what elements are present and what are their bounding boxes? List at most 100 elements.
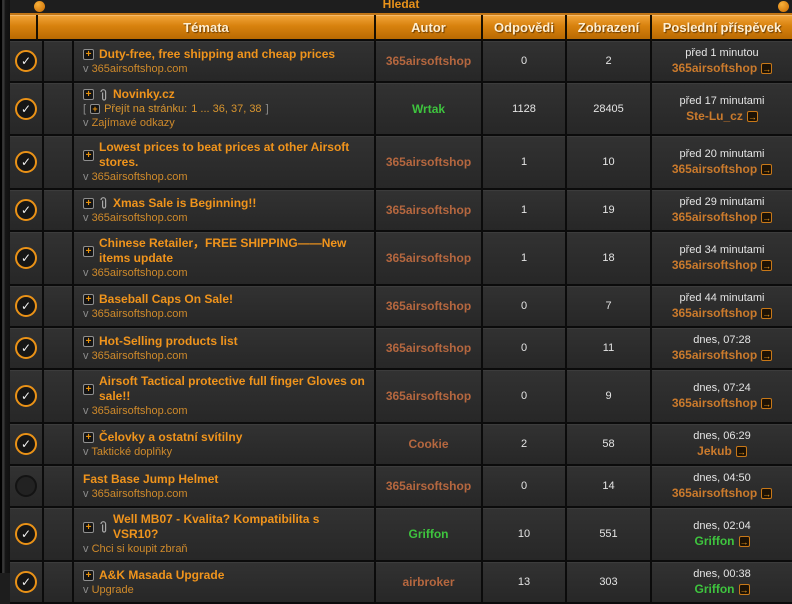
table-row: ✓ + Lowest prices to beat prices at othe…	[10, 136, 792, 190]
topic-title-link[interactable]: Airsoft Tactical protective full finger …	[99, 374, 368, 404]
views-cell: 58	[567, 424, 652, 466]
forum-link[interactable]: 365airsoftshop.com	[92, 308, 188, 320]
author-link[interactable]: 365airsoftshop	[386, 299, 471, 313]
forum-link[interactable]: 365airsoftshop.com	[92, 171, 188, 183]
last-post-author-link[interactable]: 365airsoftshop	[672, 61, 757, 76]
topic-title-link[interactable]: Baseball Caps On Sale!	[99, 292, 233, 307]
last-post-author-link[interactable]: 365airsoftshop	[672, 210, 757, 225]
expand-topic-icon[interactable]: +	[83, 432, 94, 443]
last-post-author-link[interactable]: Griffon	[695, 534, 735, 549]
goto-last-post-icon[interactable]: →	[761, 308, 772, 319]
topic-title-link[interactable]: Čelovky a ostatní svítilny	[99, 430, 242, 445]
last-post-cell: před 29 minutami 365airsoftshop →	[652, 190, 792, 232]
forum-link[interactable]: Zajímavé odkazy	[92, 117, 175, 129]
topic-cell: + Xmas Sale is Beginning!! [ + ] v 365ai…	[74, 190, 376, 232]
topic-status-cell: ✓	[10, 83, 44, 136]
forum-link[interactable]: 365airsoftshop.com	[92, 405, 188, 417]
last-post-author-link[interactable]: 365airsoftshop	[672, 396, 757, 411]
goto-last-post-icon[interactable]: →	[761, 350, 772, 361]
expand-topic-icon[interactable]: +	[83, 522, 94, 533]
last-post-author-link[interactable]: 365airsoftshop	[672, 258, 757, 273]
forum-link[interactable]: 365airsoftshop.com	[92, 63, 188, 75]
forum-link[interactable]: 365airsoftshop.com	[92, 212, 188, 224]
author-link[interactable]: Cookie	[408, 437, 448, 451]
author-link[interactable]: 365airsoftshop	[386, 341, 471, 355]
check-icon: ✓	[21, 342, 31, 354]
topic-title-link[interactable]: A&K Masada Upgrade	[99, 568, 224, 583]
goto-last-post-icon[interactable]: →	[761, 212, 772, 223]
forum-prefix: v	[83, 584, 89, 596]
author-link[interactable]: 365airsoftshop	[386, 251, 471, 265]
goto-page-icon[interactable]: +	[90, 104, 100, 114]
author-link[interactable]: airbroker	[402, 575, 454, 589]
author-link[interactable]: Griffon	[409, 527, 449, 541]
goto-last-post-icon[interactable]: →	[736, 446, 747, 457]
topic-title-link[interactable]: Novinky.cz	[113, 87, 175, 102]
forum-page: Hledat Témata Autor Odpovědi Zobrazení P…	[0, 0, 792, 604]
topic-folder-cell	[44, 562, 74, 604]
author-link[interactable]: 365airsoftshop	[386, 389, 471, 403]
goto-last-post-icon[interactable]: →	[761, 164, 772, 175]
expand-topic-icon[interactable]: +	[83, 384, 94, 395]
corner-dot-left-icon	[34, 1, 45, 12]
last-post-author-link[interactable]: 365airsoftshop	[672, 348, 757, 363]
last-post-author-link[interactable]: 365airsoftshop	[672, 486, 757, 501]
topic-title-link[interactable]: Xmas Sale is Beginning!!	[113, 196, 256, 211]
topic-status-icon: ✓	[15, 337, 37, 359]
last-post-author-link[interactable]: Jekub	[697, 444, 732, 459]
goto-last-post-icon[interactable]: →	[761, 63, 772, 74]
author-link[interactable]: 365airsoftshop	[386, 54, 471, 68]
search-bar-title[interactable]: Hledat	[10, 0, 792, 10]
author-link[interactable]: 365airsoftshop	[386, 479, 471, 493]
table-row: ✓ + Fast Base Jump Helmet [ + ] v 365air…	[10, 466, 792, 508]
goto-last-post-icon[interactable]: →	[739, 584, 750, 595]
goto-last-post-icon[interactable]: →	[747, 111, 758, 122]
topic-title-link[interactable]: Fast Base Jump Helmet	[83, 472, 218, 487]
expand-topic-icon[interactable]: +	[83, 49, 94, 60]
expand-topic-icon[interactable]: +	[83, 89, 94, 100]
topic-title-link[interactable]: Lowest prices to beat prices at other Ai…	[99, 140, 368, 170]
goto-last-post-icon[interactable]: →	[761, 398, 772, 409]
topic-title-link[interactable]: Hot-Selling products list	[99, 334, 238, 349]
last-post-cell: před 1 minutou 365airsoftshop →	[652, 41, 792, 83]
forum-link[interactable]: 365airsoftshop.com	[92, 267, 188, 279]
goto-last-post-icon[interactable]: →	[761, 488, 772, 499]
last-post-author-link[interactable]: 365airsoftshop	[672, 162, 757, 177]
forum-link[interactable]: Taktické doplňky	[91, 446, 172, 458]
expand-topic-icon[interactable]: +	[83, 336, 94, 347]
expand-topic-icon[interactable]: +	[83, 294, 94, 305]
goto-last-post-icon[interactable]: →	[739, 536, 750, 547]
last-post-time: před 1 minutou	[685, 46, 758, 61]
page-number-links[interactable]: 1 ... 36, 37, 38	[191, 102, 261, 116]
forum-line: v 365airsoftshop.com	[83, 170, 188, 184]
topic-status-icon: ✓	[15, 571, 37, 593]
forum-link[interactable]: Upgrade	[92, 584, 134, 596]
table-row: ✓ + A&K Masada Upgrade [ + ] v Upgrade	[10, 562, 792, 604]
forum-link[interactable]: 365airsoftshop.com	[92, 488, 188, 500]
topic-folder-cell	[44, 136, 74, 190]
forum-link[interactable]: Chci si koupit zbraň	[92, 543, 188, 555]
last-post-author-link[interactable]: Griffon	[695, 582, 735, 597]
table-row: ✓ + Well MB07 - Kvalita? Kompatibilita s…	[10, 508, 792, 562]
forum-prefix: v	[83, 117, 89, 129]
topic-cell: + Fast Base Jump Helmet [ + ] v 365airso…	[74, 466, 376, 508]
expand-topic-icon[interactable]: +	[83, 246, 94, 257]
last-post-author-link[interactable]: Ste-Lu_cz	[686, 109, 743, 124]
expand-topic-icon[interactable]: +	[83, 198, 94, 209]
goto-last-post-icon[interactable]: →	[761, 260, 772, 271]
author-link[interactable]: Wrtak	[412, 102, 445, 116]
search-collapsed-bar[interactable]: Hledat	[10, 0, 792, 13]
last-post-author-link[interactable]: 365airsoftshop	[672, 306, 757, 321]
forum-prefix: v	[83, 171, 89, 183]
topic-title-link[interactable]: Duty-free, free shipping and cheap price…	[99, 47, 335, 62]
forum-link[interactable]: 365airsoftshop.com	[92, 350, 188, 362]
forum-line: v 365airsoftshop.com	[83, 307, 188, 321]
author-link[interactable]: 365airsoftshop	[386, 155, 471, 169]
topic-title-link[interactable]: Well MB07 - Kvalita? Kompatibilita s VSR…	[113, 512, 368, 542]
replies-cell: 13	[483, 562, 567, 604]
expand-topic-icon[interactable]: +	[83, 570, 94, 581]
expand-topic-icon[interactable]: +	[83, 150, 94, 161]
author-link[interactable]: 365airsoftshop	[386, 203, 471, 217]
topic-title-link[interactable]: Chinese Retailer，FREE SHIPPING——New item…	[99, 236, 368, 266]
views-cell: 14	[567, 466, 652, 508]
